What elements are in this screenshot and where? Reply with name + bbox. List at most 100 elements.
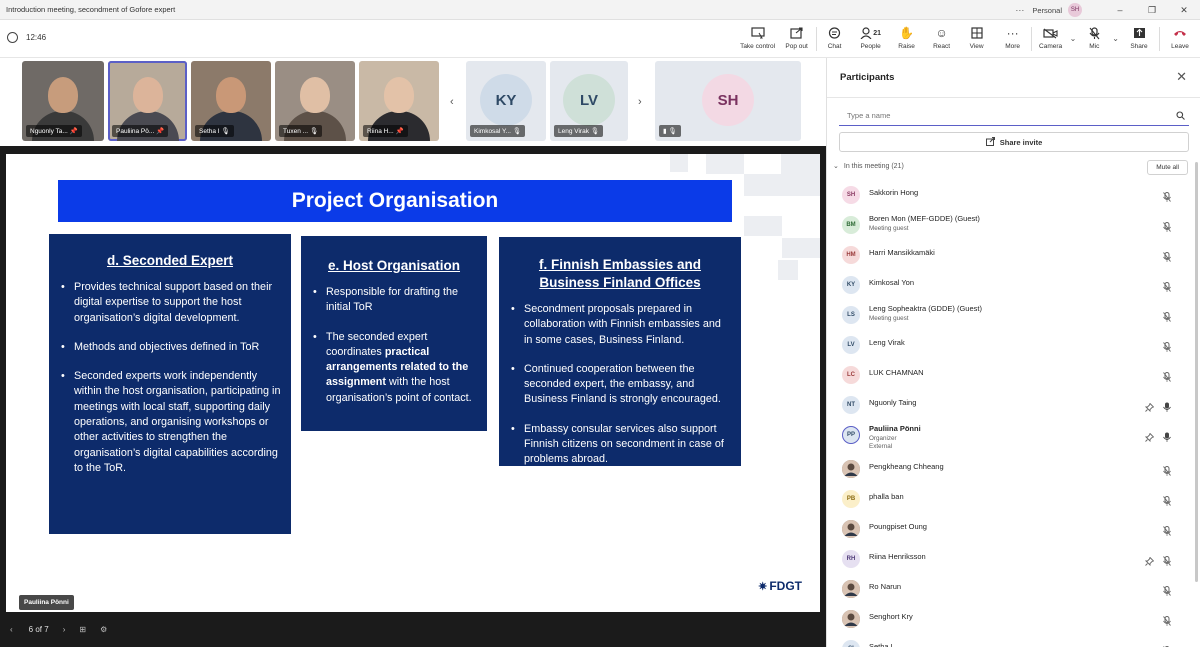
more-button[interactable]: ··· More	[995, 20, 1031, 58]
mic-off-icon[interactable]	[1163, 553, 1171, 571]
participant-row[interactable]: Senghort Kry	[827, 604, 1187, 634]
participant-row[interactable]: LC LUK CHAMNAN	[827, 360, 1187, 390]
self-avatar: SH	[702, 74, 754, 126]
more-options-icon[interactable]: ···	[1015, 5, 1024, 15]
participant-row[interactable]: HM Harri Mansikkamäki	[827, 240, 1187, 270]
grid-view-icon[interactable]: ⊞	[79, 625, 86, 634]
video-tile[interactable]: Nguonly Ta... 📌	[22, 61, 104, 141]
participant-name: Setha I	[869, 642, 893, 647]
video-tile[interactable]: KY Kimkosal Y... 🎙	[466, 61, 546, 141]
search-box	[839, 106, 1189, 126]
video-tile[interactable]: Pauliina Pö... 📌	[108, 61, 187, 141]
strip-next-chevron-icon[interactable]: ›	[638, 96, 642, 108]
take-control-icon	[750, 25, 765, 41]
mic-off-icon[interactable]	[1163, 189, 1171, 207]
camera-off-icon	[1043, 25, 1058, 41]
mic-icon[interactable]	[1163, 429, 1171, 447]
participant-name: Pengkheang Chheang	[869, 462, 944, 471]
camera-options-chevron-icon[interactable]: ⌄	[1070, 34, 1077, 43]
participant-avatar: KY	[842, 276, 860, 294]
video-tile[interactable]: Tuxen ... 🎙	[275, 61, 355, 141]
mic-off-icon[interactable]	[1163, 463, 1171, 481]
pop-out-button[interactable]: Pop out	[778, 20, 816, 58]
maximize-icon[interactable]: ❐	[1136, 5, 1168, 16]
panel-scrollbar[interactable]	[1195, 162, 1198, 582]
pin-icon[interactable]	[1144, 429, 1155, 447]
shared-content-stage: Project Organisation d. Seconded Expert …	[0, 146, 826, 647]
video-tile[interactable]: LV Leng Virak 🎙	[550, 61, 628, 141]
elapsed-time: 12:46	[26, 33, 47, 42]
title-bar-controls: ··· Personal SH – ❐ ✕	[1015, 0, 1200, 20]
search-icon[interactable]	[1171, 111, 1189, 120]
view-button[interactable]: View	[959, 20, 995, 58]
raise-hand-button[interactable]: ✋ Raise	[889, 20, 925, 58]
participant-row[interactable]: PP Pauliina Pönni Organizer External	[827, 420, 1187, 454]
mic-off-icon[interactable]	[1163, 583, 1171, 601]
mic-options-chevron-icon[interactable]: ⌄	[1112, 34, 1119, 43]
participant-row[interactable]: Pengkheang Chheang	[827, 454, 1187, 484]
participant-row[interactable]: KY Kimkosal Yon	[827, 270, 1187, 300]
mic-off-icon[interactable]	[1163, 339, 1171, 357]
mute-all-button[interactable]: Mute all	[1147, 160, 1188, 175]
participant-row[interactable]: LV Leng Virak	[827, 330, 1187, 360]
mic-off-icon[interactable]	[1163, 309, 1171, 327]
camera-button[interactable]: Camera	[1032, 20, 1070, 58]
participant-row[interactable]: BM Boren Mon (MEF-GDDE) (Guest) Meeting gu…	[827, 210, 1187, 240]
profile-label[interactable]: Personal	[1032, 6, 1062, 15]
title-bar: Introduction meeting, secondment of Gofo…	[0, 0, 1200, 20]
ellipsis-icon: ···	[1006, 26, 1019, 40]
participant-avatar	[842, 580, 860, 598]
participant-row[interactable]: NT Nguonly Taing	[827, 390, 1187, 420]
video-tile[interactable]: Setha I 🎙	[191, 61, 271, 141]
strip-prev-chevron-icon[interactable]: ‹	[450, 96, 454, 108]
participant-row[interactable]: RH Riina Henriksson	[827, 544, 1187, 574]
leave-button[interactable]: Leave	[1160, 20, 1200, 58]
profile-avatar[interactable]: SH	[1068, 3, 1082, 17]
pin-icon[interactable]	[1144, 399, 1155, 417]
mic-off-icon[interactable]	[1163, 219, 1171, 237]
close-window-icon[interactable]: ✕	[1168, 5, 1200, 16]
chat-button[interactable]: Chat	[817, 20, 853, 58]
mic-icon[interactable]	[1163, 399, 1171, 417]
participant-row[interactable]: SI Setha I	[827, 634, 1187, 647]
share-invite-icon	[985, 136, 995, 148]
host-organisation-box: e. Host Organisation Responsible for dra…	[301, 236, 487, 431]
next-slide-icon[interactable]: ›	[63, 625, 66, 634]
mic-off-icon[interactable]	[1163, 643, 1171, 647]
participant-row[interactable]: PB phalla ban	[827, 484, 1187, 514]
search-input[interactable]	[839, 111, 1171, 120]
take-control-button[interactable]: Take control	[738, 20, 778, 58]
participant-row[interactable]: Poungpiset Oung	[827, 514, 1187, 544]
participant-row[interactable]: Ro Narun	[827, 574, 1187, 604]
close-icon[interactable]: ✕	[1176, 69, 1187, 85]
participant-avatar: KY	[480, 74, 532, 126]
participant-name: Pauliina Pönni	[869, 424, 921, 433]
in-meeting-section-toggle[interactable]: ⌄ In this meeting (21)	[833, 162, 904, 171]
mic-off-icon[interactable]	[1163, 523, 1171, 541]
mic-off-icon[interactable]	[1163, 613, 1171, 631]
participant-avatar	[842, 610, 860, 628]
mic-button[interactable]: Mic	[1076, 20, 1112, 58]
participant-row[interactable]: SH Sakkorin Hong	[827, 180, 1187, 210]
mic-off-icon[interactable]	[1163, 493, 1171, 511]
previous-slide-icon[interactable]: ‹	[10, 625, 13, 634]
share-invite-button[interactable]: Share invite	[839, 132, 1189, 152]
video-tile-self[interactable]: SH ▮ 🎙	[655, 61, 801, 141]
mic-off-icon	[1089, 25, 1100, 41]
participant-avatar: RH	[842, 550, 860, 568]
pin-icon[interactable]	[1145, 643, 1154, 647]
pin-icon[interactable]	[1144, 553, 1155, 571]
bullet: Responsible for drafting the initial ToR	[311, 285, 477, 316]
video-tile[interactable]: Riina H... 📌	[359, 61, 439, 141]
share-button[interactable]: Share	[1119, 20, 1159, 58]
minimize-icon[interactable]: –	[1104, 5, 1136, 15]
participant-row[interactable]: LS Leng Sopheaktra (GDDE) (Guest) Meeting …	[827, 300, 1187, 330]
fdgt-logo: ✷ FDGT	[758, 579, 802, 593]
people-icon: 21	[860, 25, 881, 41]
react-button[interactable]: ☺ React	[925, 20, 959, 58]
mic-off-icon[interactable]	[1163, 249, 1171, 267]
people-button[interactable]: 21 People	[853, 20, 889, 58]
mic-off-icon[interactable]	[1163, 279, 1171, 297]
mic-off-icon[interactable]	[1163, 369, 1171, 387]
sliders-icon[interactable]: ⚙	[100, 625, 107, 634]
